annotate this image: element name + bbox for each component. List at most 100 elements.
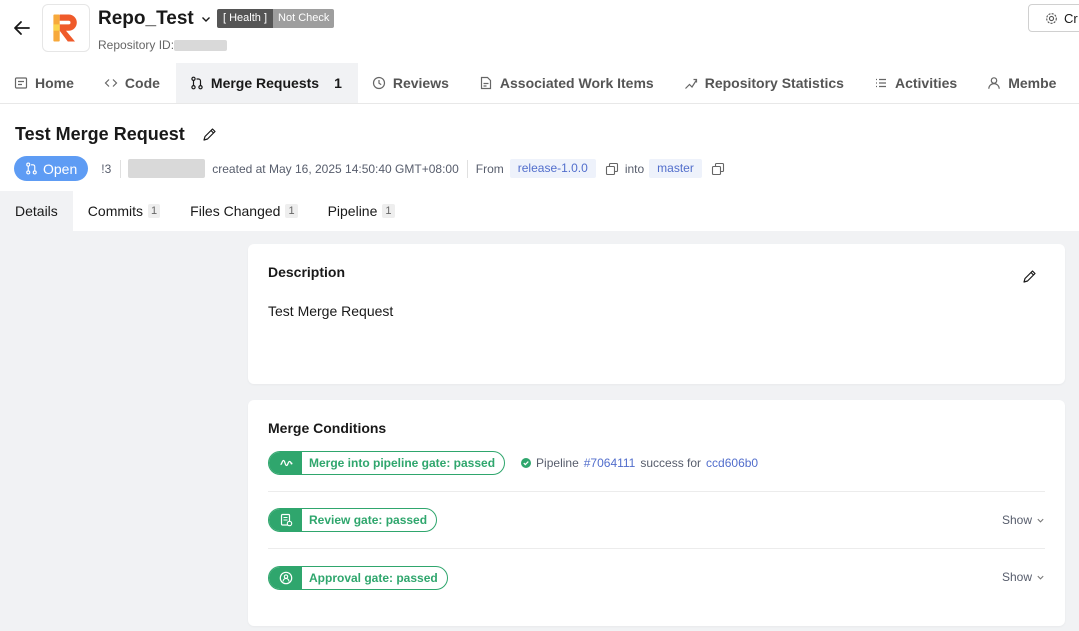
- tab-label: Files Changed: [190, 203, 281, 219]
- review-gate-icon: [269, 509, 302, 531]
- chevron-down-icon: [1036, 516, 1045, 525]
- target-branch-link[interactable]: master: [649, 159, 702, 178]
- home-icon: [14, 76, 28, 90]
- success-check-icon: [521, 458, 532, 468]
- nav-tab-reviews[interactable]: Reviews: [358, 63, 465, 103]
- mr-meta-row: Open !3 created at May 16, 2025 14:50:40…: [14, 156, 725, 181]
- repo-name-dropdown[interactable]: Repo_Test: [98, 8, 212, 30]
- create-button[interactable]: Cr: [1028, 4, 1079, 32]
- nav-tab-activities[interactable]: Activities: [860, 63, 973, 103]
- tab-count: 1: [148, 204, 161, 218]
- health-badge-status: Not Check: [273, 9, 335, 28]
- merge-request-icon: [25, 162, 38, 175]
- nav-tab-repository-statistics[interactable]: Repository Statistics: [670, 63, 860, 103]
- statistics-icon: [684, 76, 698, 90]
- review-gate-badge: Review gate: passed: [268, 508, 438, 532]
- pipeline-prefix: Pipeline: [536, 456, 579, 470]
- pipeline-id-link[interactable]: #7064111: [584, 456, 636, 470]
- nav-tab-label: Home: [35, 75, 74, 91]
- tab-label: Pipeline: [327, 203, 378, 219]
- tab-count: 1: [285, 204, 298, 218]
- commit-hash-link[interactable]: ccd606b0: [706, 456, 758, 470]
- into-label: into: [624, 161, 645, 176]
- mr-number: !3: [101, 161, 112, 176]
- pipeline-status: Pipeline #7064111 success for ccd606b0: [521, 456, 758, 470]
- mr-detail-tabs: Details Commits 1 Files Changed 1 Pipeli…: [0, 191, 1079, 231]
- repo-logo: [42, 4, 90, 52]
- repo-header: Repo_Test [ Health ] Not Check Repositor…: [0, 0, 1079, 63]
- gate-row-approval: Approval gate: passed Show: [268, 549, 1045, 606]
- health-badge-label: [ Health ]: [217, 9, 274, 28]
- nav-tab-members[interactable]: Membe: [973, 63, 1072, 103]
- repo-nav-tabs: Home Code Merge Requests 1 Reviews Assoc…: [0, 63, 1079, 104]
- copy-icon[interactable]: [605, 162, 619, 176]
- mr-status-badge: Open: [14, 156, 89, 181]
- mr-status-label: Open: [43, 160, 78, 177]
- tab-details[interactable]: Details: [0, 191, 73, 231]
- chevron-down-icon: [200, 13, 212, 25]
- show-approval-details-button[interactable]: Show: [1002, 570, 1045, 584]
- mr-title-row: Test Merge Request: [15, 124, 217, 145]
- nav-tab-label: Reviews: [392, 75, 449, 91]
- nav-tab-merge-requests[interactable]: Merge Requests 1: [175, 63, 358, 103]
- nav-tab-label: Repository Statistics: [704, 75, 844, 91]
- nav-tab-associated-work-items[interactable]: Associated Work Items: [465, 63, 670, 103]
- tab-label: Commits: [87, 203, 144, 219]
- show-label: Show: [1001, 513, 1032, 527]
- pipeline-gate-icon: [269, 452, 302, 474]
- from-label: From: [475, 161, 504, 176]
- tab-files-changed[interactable]: Files Changed 1: [175, 191, 312, 231]
- mr-title: Test Merge Request: [15, 124, 185, 144]
- merge-conditions-card: Merge Conditions Merge into pipeline gat…: [248, 400, 1065, 626]
- edit-pencil-icon[interactable]: [1021, 269, 1037, 285]
- approval-gate-icon: [269, 566, 302, 589]
- create-button-label: Cr: [1064, 10, 1078, 26]
- repo-id: Repository ID:: [98, 38, 228, 52]
- nav-tab-count: 1: [334, 75, 342, 91]
- gear-icon: [1045, 12, 1058, 25]
- edit-pencil-icon[interactable]: [201, 127, 217, 143]
- description-text: Test Merge Request: [268, 303, 394, 319]
- member-icon: [987, 76, 1001, 90]
- tab-pipeline[interactable]: Pipeline 1: [313, 191, 410, 231]
- mr-created-at: created at May 16, 2025 14:50:40 GMT+08:…: [212, 161, 459, 176]
- pipeline-middle-text: success for: [640, 456, 702, 470]
- nav-tab-home[interactable]: Home: [0, 63, 90, 103]
- tab-count: 1: [382, 204, 395, 218]
- gate-row-pipeline: Merge into pipeline gate: passed Pipelin…: [268, 435, 1045, 492]
- repo-id-redacted: [174, 39, 228, 51]
- code-icon: [104, 76, 118, 90]
- back-arrow-icon[interactable]: [12, 18, 32, 38]
- nav-tab-label: Code: [124, 75, 160, 91]
- copy-icon[interactable]: [711, 162, 725, 176]
- tab-commits[interactable]: Commits 1: [73, 191, 175, 231]
- approval-gate-badge: Approval gate: passed: [268, 565, 448, 590]
- show-review-details-button[interactable]: Show: [1002, 513, 1045, 527]
- pipeline-gate-badge: Merge into pipeline gate: passed: [268, 451, 506, 475]
- description-card: Description Test Merge Request: [248, 244, 1065, 384]
- repo-id-label: Repository ID:: [98, 38, 175, 52]
- repo-name: Repo_Test: [98, 8, 194, 29]
- work-item-icon: [479, 76, 493, 90]
- merge-conditions-heading: Merge Conditions: [268, 420, 387, 436]
- divider: [466, 159, 468, 178]
- activities-icon: [874, 76, 888, 90]
- tab-label: Details: [15, 203, 58, 219]
- gate-label: Merge into pipeline gate: passed: [309, 456, 496, 470]
- nav-tab-code[interactable]: Code: [90, 63, 176, 103]
- author-redacted: [128, 159, 206, 178]
- gate-row-review: Review gate: passed Show: [268, 492, 1045, 549]
- review-icon: [372, 76, 386, 90]
- health-badge[interactable]: [ Health ] Not Check: [217, 9, 335, 28]
- description-heading: Description: [268, 264, 346, 280]
- nav-tab-label: Membe: [1008, 75, 1057, 91]
- nav-tab-label: Merge Requests: [210, 75, 320, 91]
- nav-tab-label: Associated Work Items: [499, 75, 654, 91]
- nav-tab-label: Activities: [894, 75, 958, 91]
- gate-label: Approval gate: passed: [309, 570, 438, 585]
- gate-label: Review gate: passed: [309, 513, 428, 527]
- source-branch-link[interactable]: release-1.0.0: [509, 159, 596, 178]
- chevron-down-icon: [1036, 573, 1045, 582]
- divider: [120, 159, 122, 178]
- merge-request-icon: [190, 76, 204, 90]
